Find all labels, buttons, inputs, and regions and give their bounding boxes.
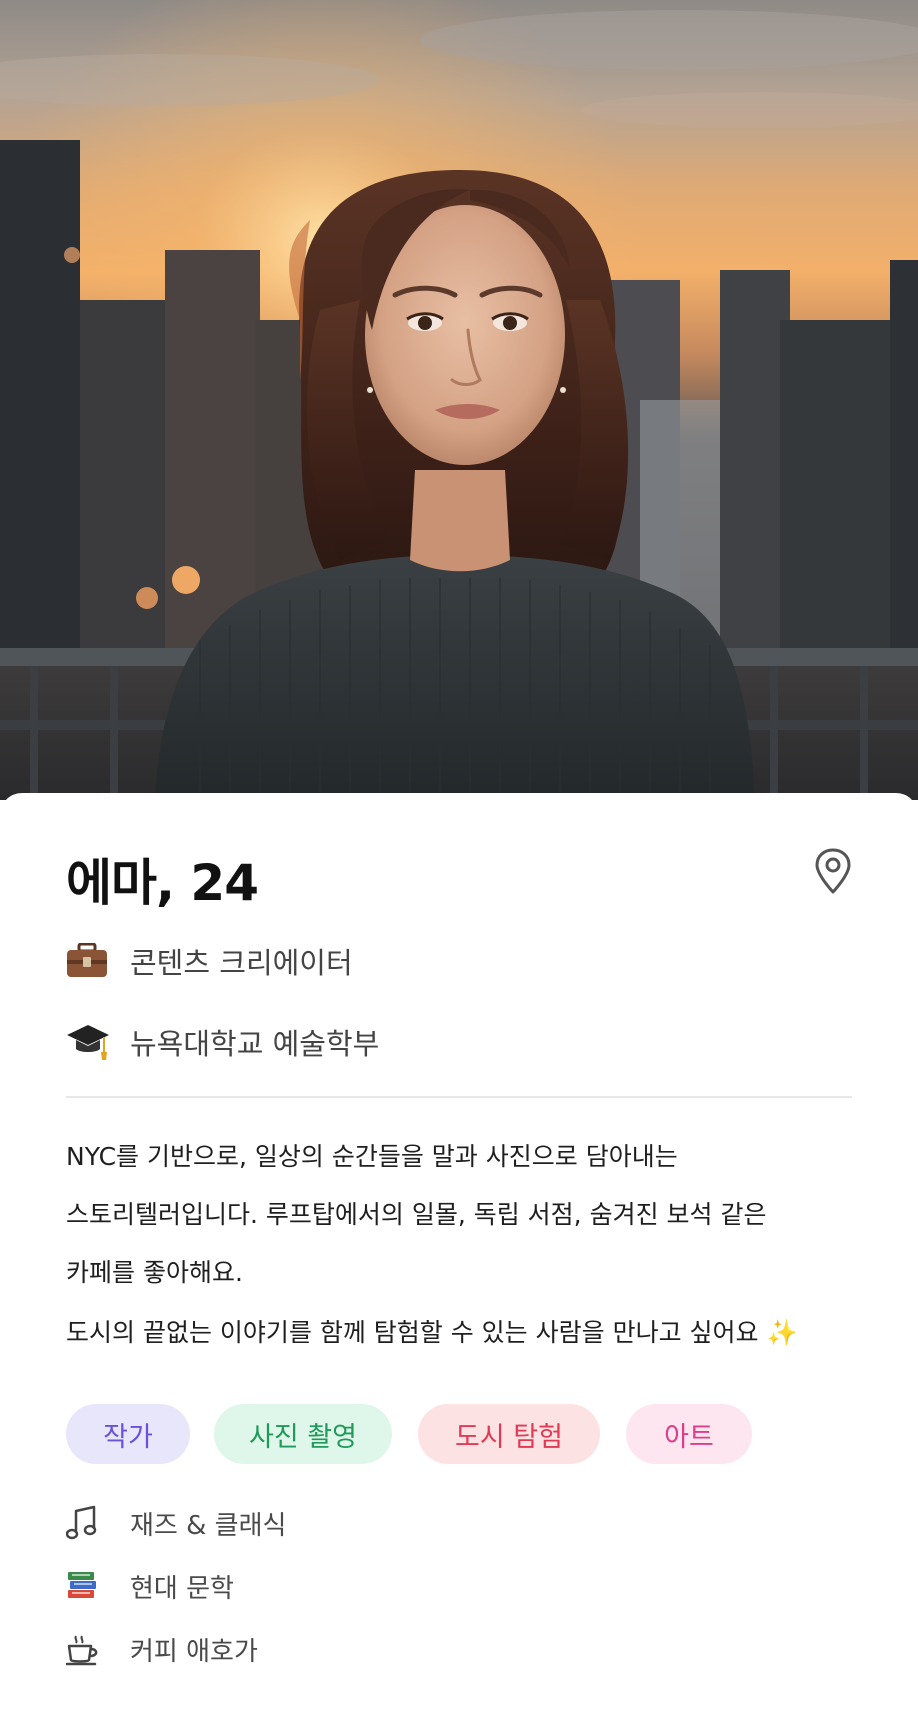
bio-line: 카페를 좋아해요. (66, 1258, 243, 1287)
interest-label: 재즈 & 클래식 (130, 1510, 287, 1541)
briefcase-icon (66, 941, 110, 981)
bio-wish: 도시의 끝없는 이야기를 함께 탐험할 수 있는 사람을 만나고 싶어요 ✨ (66, 1304, 866, 1362)
tag-photography[interactable]: 사진 촬영 (214, 1404, 392, 1464)
coffee-cup-icon (66, 1629, 102, 1669)
interest-books: 현대 문학 (66, 1566, 234, 1606)
profile-name: 에마, 24 (66, 854, 259, 912)
tag-writer[interactable]: 작가 (66, 1404, 190, 1464)
tag-urban-exploration[interactable]: 도시 탐험 (418, 1404, 600, 1464)
location-pin-icon[interactable] (812, 847, 854, 895)
music-note-icon (66, 1503, 102, 1543)
books-icon (66, 1566, 102, 1606)
school-label: 뉴욕대학교 예술학부 (130, 1027, 380, 1061)
interest-label: 현대 문학 (130, 1573, 234, 1604)
interest-coffee: 커피 애호가 (66, 1629, 258, 1669)
profile-card: 에마, 24 콘텐츠 크리에이터 뉴욕대학교 예술학부 NYC를 기반으로, 일… (0, 793, 918, 1713)
interest-music: 재즈 & 클래식 (66, 1503, 286, 1543)
graduation-cap-icon (66, 1022, 110, 1062)
section-divider (66, 1096, 852, 1098)
bio-wish-text: 도시의 끝없는 이야기를 함께 탐험할 수 있는 사람을 만나고 싶어요 (66, 1318, 759, 1347)
interest-label: 커피 애호가 (130, 1636, 258, 1667)
profile-screen: 에마, 24 콘텐츠 크리에이터 뉴욕대학교 예술학부 NYC를 기반으로, 일… (0, 0, 918, 1713)
job-label: 콘텐츠 크리에이터 (130, 946, 353, 980)
bio-line: 스토리텔러입니다. 루프탑에서의 일몰, 독립 서점, 숨겨진 보석 같은 (66, 1200, 767, 1229)
tag-art[interactable]: 아트 (626, 1404, 752, 1464)
bio-line: NYC를 기반으로, 일상의 순간들을 말과 사진으로 담아내는 (66, 1142, 678, 1171)
sparkles-icon: ✨ (766, 1318, 798, 1347)
school-row: 뉴욕대학교 예술학부 (66, 1022, 379, 1062)
bio-text: NYC를 기반으로, 일상의 순간들을 말과 사진으로 담아내는 스토리텔러입니… (66, 1128, 866, 1362)
job-row: 콘텐츠 크리에이터 (66, 941, 353, 981)
profile-photo[interactable] (0, 0, 918, 800)
profile-photo-image (0, 0, 918, 800)
